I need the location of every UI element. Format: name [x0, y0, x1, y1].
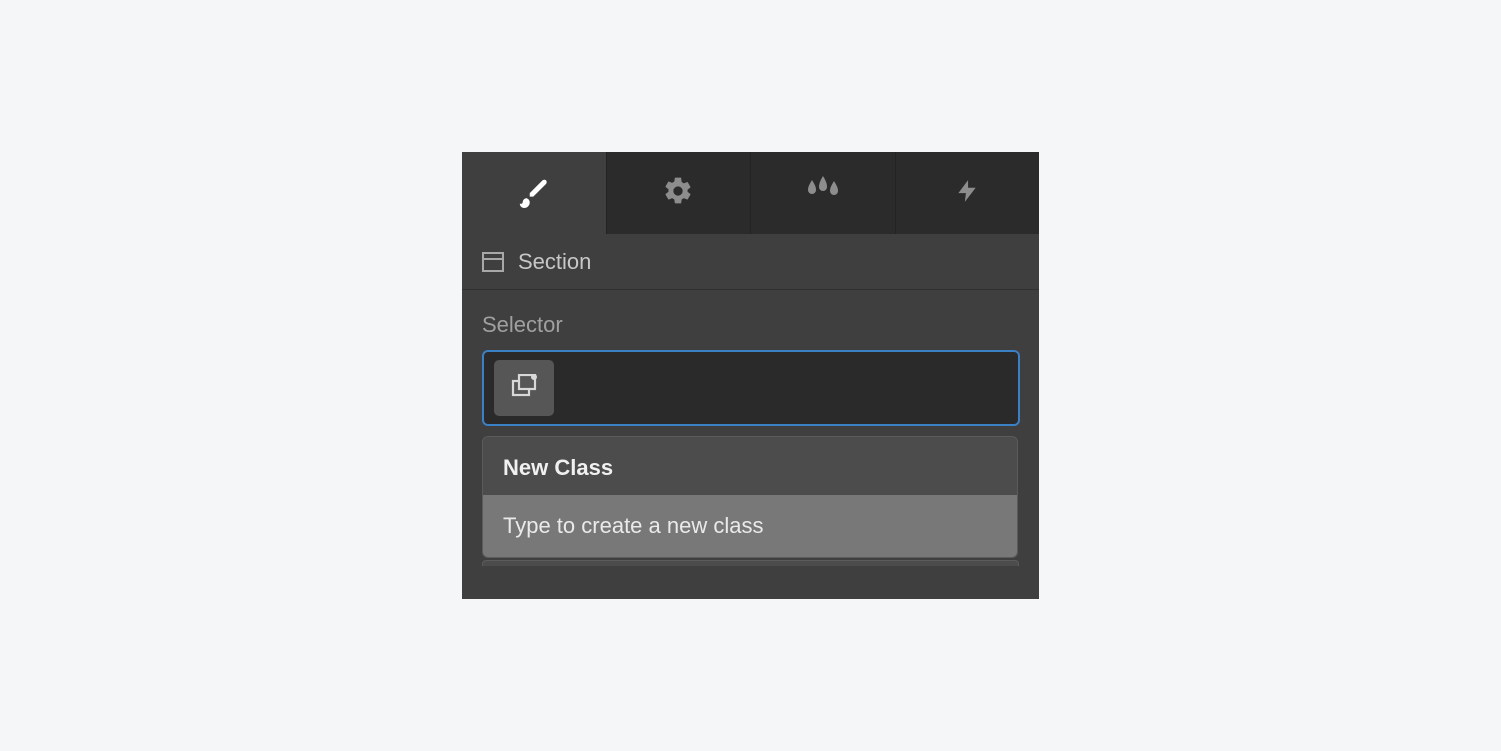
brush-icon	[517, 174, 551, 213]
raindrops-icon	[805, 176, 841, 211]
states-icon	[511, 374, 537, 403]
gear-icon	[662, 175, 694, 212]
states-button[interactable]	[494, 360, 554, 416]
dropdown-next-section	[482, 560, 1019, 566]
tab-settings[interactable]	[607, 152, 752, 234]
selector-input[interactable]	[482, 350, 1020, 426]
dropdown-heading: New Class	[483, 437, 1017, 495]
element-type-label: Section	[518, 249, 591, 275]
selector-label: Selector	[482, 312, 1019, 338]
selector-dropdown: New Class Type to create a new class	[482, 436, 1018, 558]
tab-interactions[interactable]	[896, 152, 1040, 234]
selector-section: Selector	[462, 290, 1039, 426]
element-type-row: Section	[462, 234, 1039, 290]
style-panel: Section Selector New Class	[462, 152, 1039, 599]
lightning-icon	[954, 176, 980, 211]
tab-style[interactable]	[462, 152, 607, 234]
section-icon	[482, 252, 504, 272]
panel-tabbar	[462, 152, 1039, 234]
app-canvas: Section Selector New Class	[0, 0, 1501, 751]
tab-effects[interactable]	[751, 152, 896, 234]
dropdown-prompt-row[interactable]: Type to create a new class	[483, 495, 1017, 557]
